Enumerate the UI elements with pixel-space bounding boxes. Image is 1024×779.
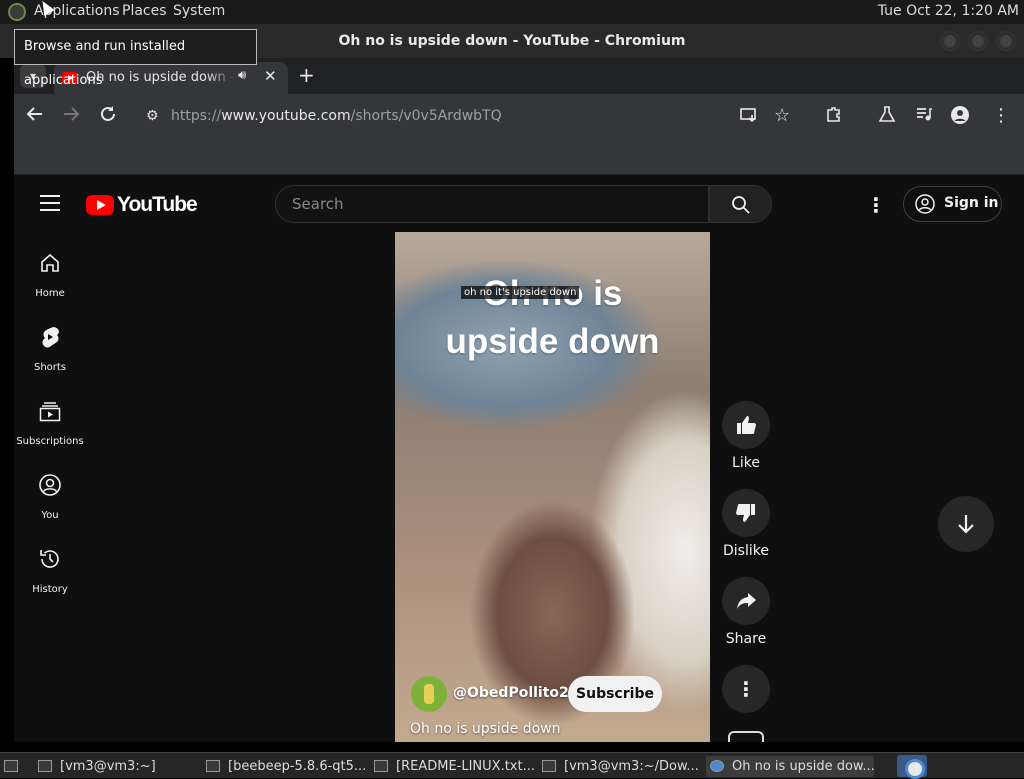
task-terminal-1[interactable]: [vm3@vm3:~] — [38, 756, 198, 777]
youtube-page: YouTube Search ⋮ Sign in Home Shorts Sub… — [14, 175, 1024, 742]
minimize-button[interactable] — [940, 31, 960, 51]
taskbar: [vm3@vm3:~] [beebeep-5.8.6-qt5... [READM… — [0, 752, 1024, 779]
window-controls — [940, 31, 1016, 51]
window-title: Oh no is upside down - YouTube - Chromiu… — [338, 33, 686, 49]
maximize-button[interactable] — [968, 31, 988, 51]
close-window-button[interactable] — [996, 31, 1016, 51]
more-options-icon[interactable]: ⋮ — [866, 193, 886, 217]
more-actions-button[interactable]: ⋮ — [722, 665, 770, 713]
you-icon — [39, 474, 61, 496]
next-short-button[interactable] — [938, 496, 994, 552]
sidebar-item-history[interactable]: History — [14, 547, 86, 596]
sidebar-item-shorts[interactable]: Shorts — [14, 325, 86, 374]
back-arrow-icon[interactable] — [26, 105, 44, 129]
bookmark-bar — [14, 140, 1024, 175]
hamburger-menu-icon[interactable] — [40, 195, 60, 211]
menu-system[interactable]: System — [173, 3, 225, 19]
share-button[interactable] — [722, 577, 770, 625]
close-icon[interactable]: ✕ — [264, 67, 277, 85]
account-circle-icon — [915, 194, 935, 214]
short-title[interactable]: Oh no is upside down — [410, 721, 561, 737]
share-label: Share — [725, 631, 767, 647]
sidebar-item-subscriptions[interactable]: Subscriptions — [14, 399, 86, 448]
new-tab-button[interactable]: + — [298, 63, 315, 87]
shorts-video-player[interactable]: Oh no is upside down oh no it's upside d… — [395, 232, 710, 742]
search-button[interactable] — [709, 185, 772, 223]
forward-arrow-icon[interactable] — [62, 105, 80, 129]
terminal-icon — [38, 760, 52, 772]
media-controls-icon[interactable] — [915, 105, 933, 129]
folder-icon — [206, 760, 220, 772]
dislike-button[interactable] — [722, 489, 770, 537]
thumbs-down-icon — [736, 504, 755, 522]
address-bar[interactable]: ⚙︎ https://www.youtube.com/shorts/v0v5Ar… — [134, 99, 804, 135]
task-text-editor[interactable]: [README-LINUX.txt... — [374, 756, 534, 777]
dislike-action: Dislike — [722, 489, 770, 559]
task-terminal-2[interactable]: [vm3@vm3:~/Dow... — [542, 756, 702, 777]
browser-toolbar: ⚙︎ https://www.youtube.com/shorts/v0v5Ar… — [14, 94, 1024, 140]
clock[interactable]: Tue Oct 22, 1:20 AM — [878, 3, 1019, 19]
sign-in-button[interactable]: Sign in — [903, 186, 1002, 222]
history-icon — [40, 550, 59, 568]
install-app-icon[interactable] — [740, 106, 758, 130]
like-button[interactable] — [722, 401, 770, 449]
desktop-icon — [4, 760, 18, 772]
share-arrow-icon — [737, 593, 756, 609]
subscriptions-icon — [39, 402, 61, 422]
profile-avatar-icon[interactable] — [950, 105, 970, 131]
tooltip: Browse and run installed applications — [14, 29, 257, 88]
url-text[interactable]: https://www.youtube.com/shorts/v0v5Ardwb… — [171, 108, 502, 124]
terminal-icon — [542, 760, 556, 772]
dislike-label: Dislike — [723, 543, 769, 559]
search-input[interactable]: Search — [275, 185, 709, 223]
thumbs-up-icon — [737, 416, 756, 434]
distro-logo-icon[interactable] — [8, 3, 26, 21]
home-icon — [41, 253, 59, 272]
kebab-menu-icon[interactable]: ⋮ — [992, 105, 1010, 127]
sidebar-item-you[interactable]: You — [14, 473, 86, 522]
arrow-down-icon — [958, 515, 974, 534]
reload-icon[interactable] — [99, 105, 117, 129]
search-icon — [732, 196, 750, 214]
remix-button[interactable] — [728, 731, 764, 742]
shorts-icon — [42, 327, 59, 348]
subscribe-button[interactable]: Subscribe — [568, 676, 662, 712]
youtube-logo[interactable]: YouTube — [86, 193, 198, 217]
text-file-icon — [374, 760, 388, 772]
task-chromium[interactable]: Oh no is upside dow... — [706, 756, 874, 777]
more-action: ⋮ — [722, 665, 770, 713]
sidebar-item-home[interactable]: Home — [14, 251, 86, 300]
video-overlay-text: Oh no is upside down — [445, 274, 660, 361]
show-desktop-button[interactable] — [4, 756, 26, 777]
menu-places[interactable]: Places — [122, 3, 167, 19]
youtube-play-icon — [86, 195, 114, 215]
chromium-icon — [710, 760, 724, 772]
site-info-icon[interactable]: ⚙︎ — [146, 108, 159, 124]
extensions-icon[interactable] — [825, 105, 843, 129]
tab-title: Oh no is upside down - YouTube — [86, 70, 236, 85]
like-action: Like — [722, 401, 770, 471]
closed-caption: oh no it's upside down — [461, 286, 580, 299]
speaker-icon[interactable]: 🔊︎ — [238, 68, 246, 83]
like-label: Like — [732, 455, 760, 471]
labs-flask-icon[interactable] — [878, 105, 896, 129]
bookmark-star-icon[interactable]: ☆ — [774, 105, 790, 127]
tray-chromium-icon[interactable] — [897, 755, 927, 779]
channel-avatar[interactable] — [411, 676, 447, 712]
more-vertical-icon: ⋮ — [736, 677, 756, 701]
share-action: Share — [722, 577, 770, 647]
system-top-panel: Applications Places System Tue Oct 22, 1… — [0, 0, 1024, 24]
task-file-manager[interactable]: [beebeep-5.8.6-qt5... — [206, 756, 366, 777]
